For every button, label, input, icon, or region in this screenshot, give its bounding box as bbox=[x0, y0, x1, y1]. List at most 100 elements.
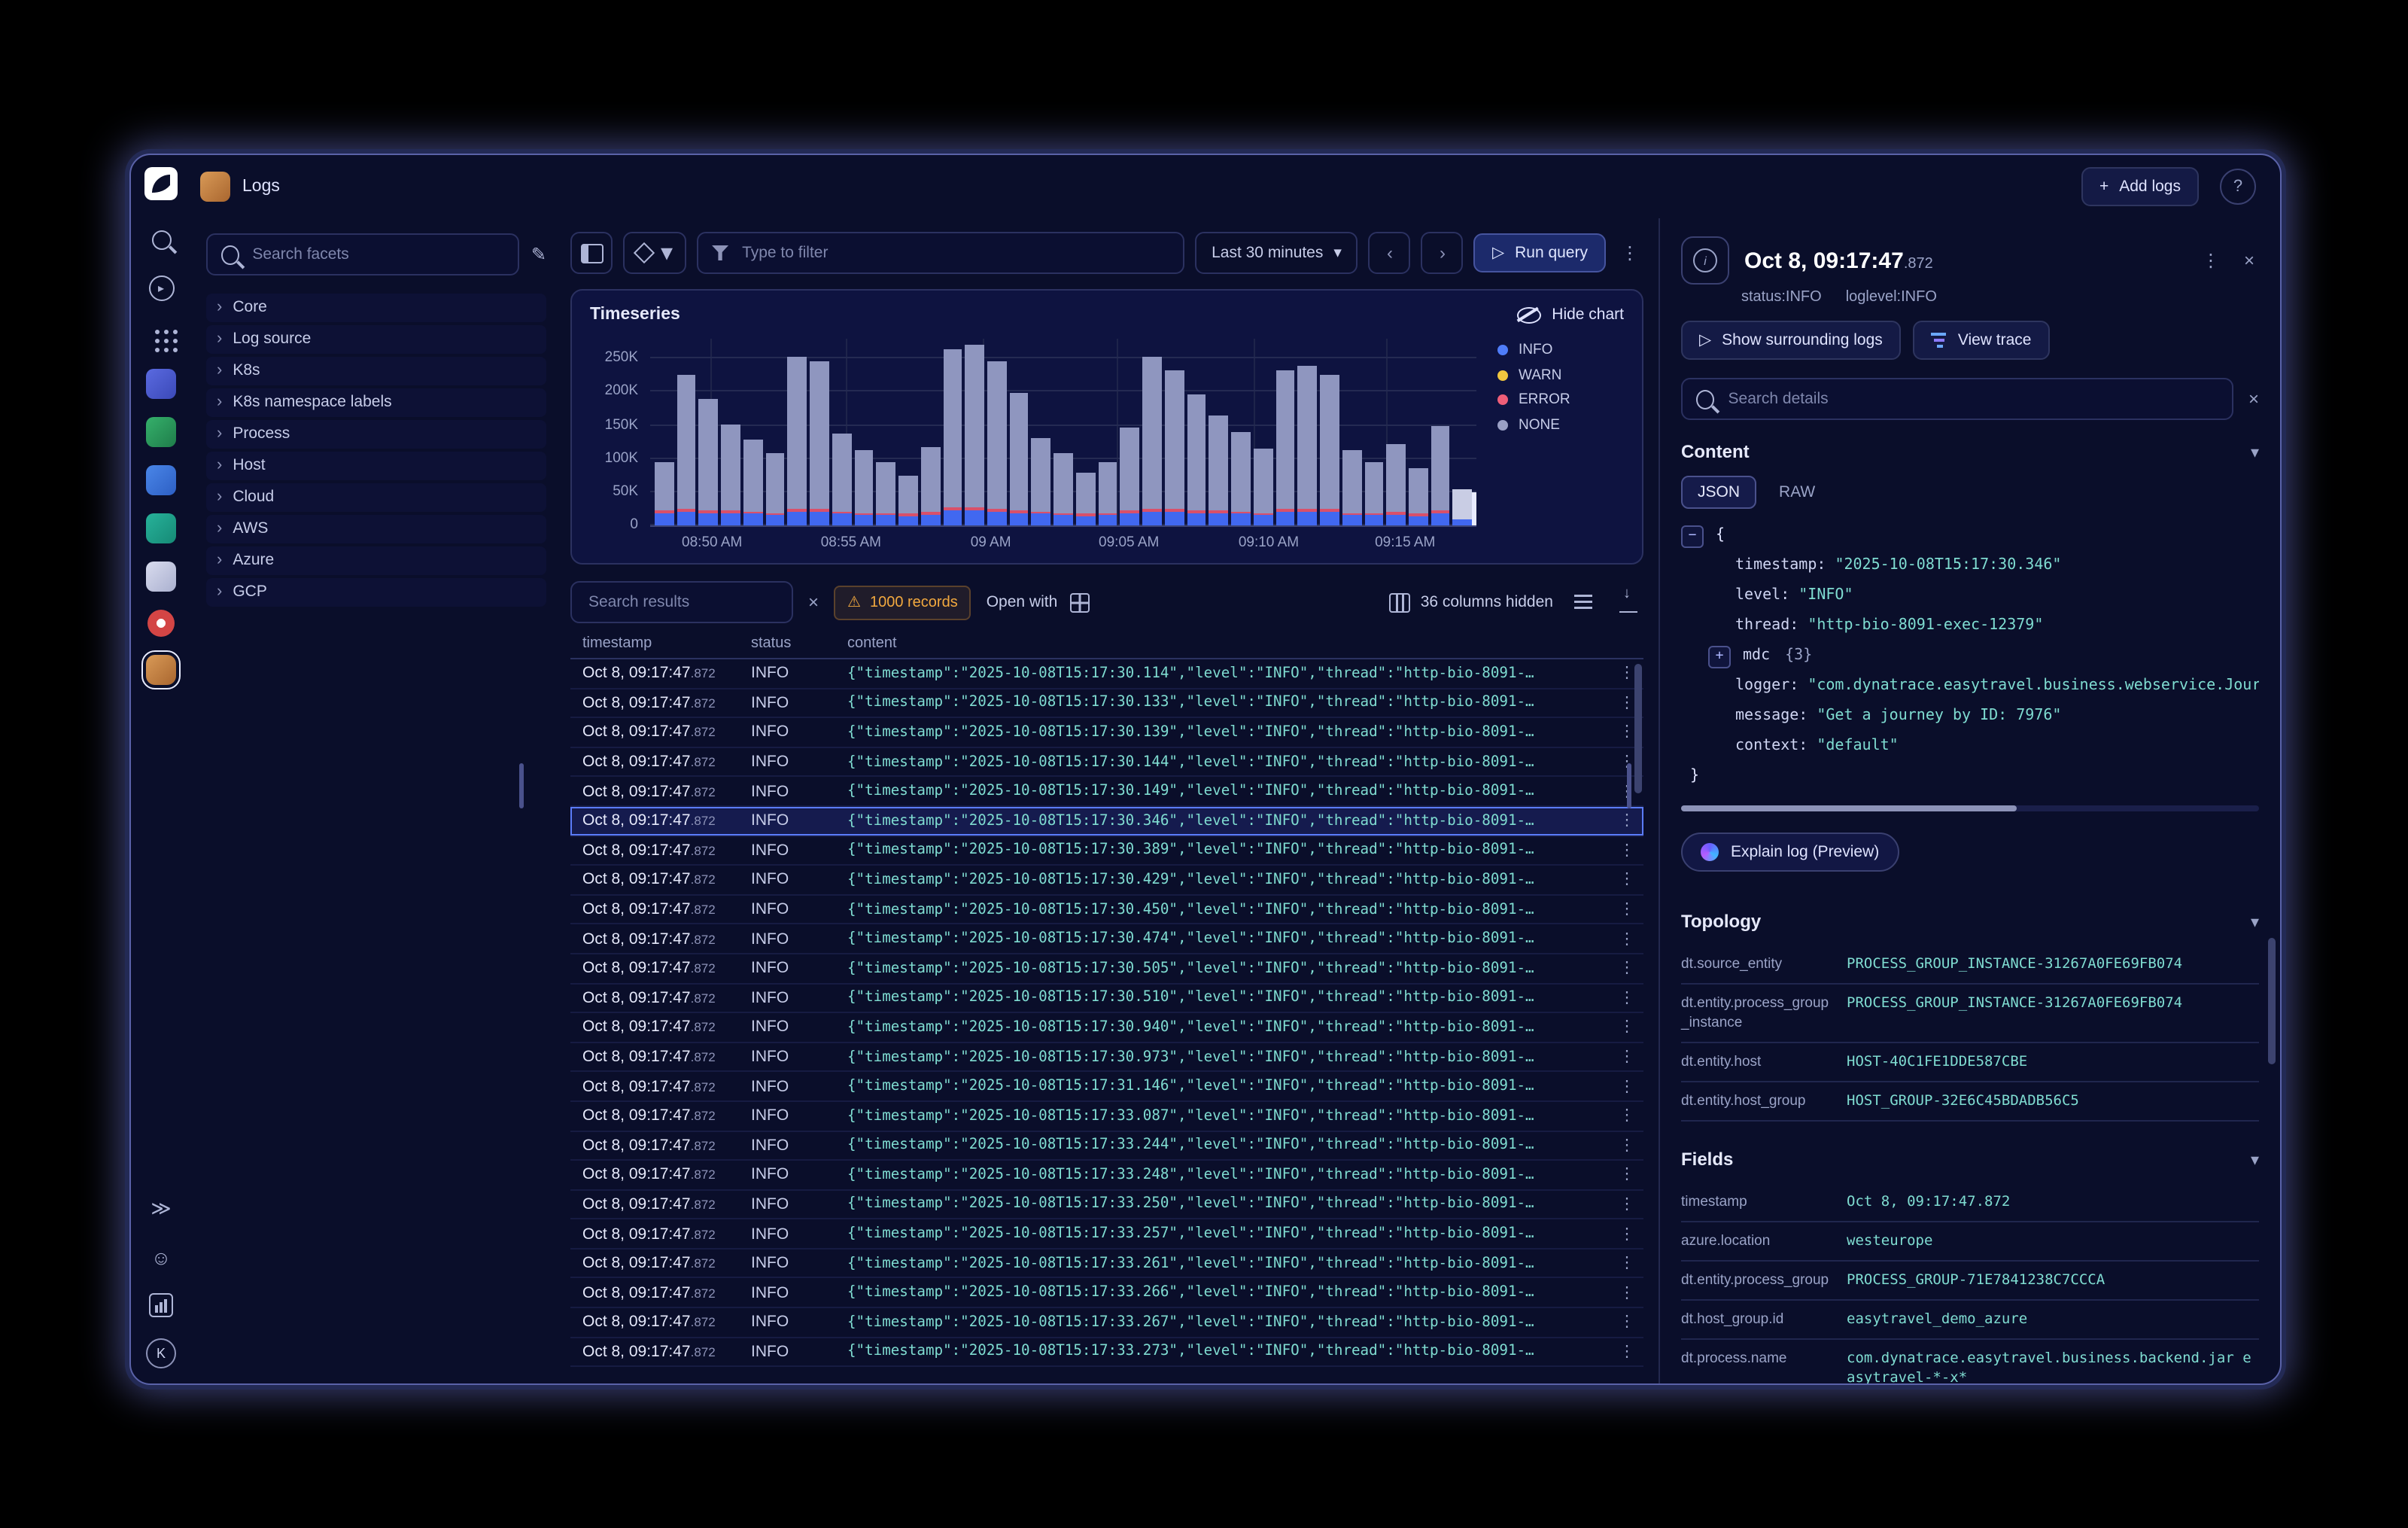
chart-bar[interactable] bbox=[877, 339, 895, 525]
clear-details-search-icon[interactable]: × bbox=[2248, 388, 2259, 409]
chart-bar[interactable] bbox=[1142, 339, 1161, 525]
legend-item[interactable]: ERROR bbox=[1497, 391, 1624, 408]
toggle-sidebar-button[interactable] bbox=[570, 232, 613, 274]
row-kebab-icon[interactable]: ⋮ bbox=[1610, 1313, 1643, 1332]
show-surrounding-logs-button[interactable]: ▷ Show surrounding logs bbox=[1681, 321, 1901, 360]
row-kebab-icon[interactable]: ⋮ bbox=[1610, 1048, 1643, 1066]
chart-bar[interactable] bbox=[810, 339, 829, 525]
filter-input[interactable] bbox=[697, 232, 1184, 274]
chart-bar[interactable] bbox=[1165, 339, 1184, 525]
legend-item[interactable]: WARN bbox=[1497, 367, 1624, 383]
facets-resize-handle[interactable] bbox=[519, 763, 524, 808]
topology-row[interactable]: dt.entity.process_group_instance PROCESS… bbox=[1681, 985, 2259, 1043]
tab-raw[interactable]: RAW bbox=[1762, 476, 1832, 509]
json-toggle-icon[interactable]: + bbox=[1708, 645, 1731, 668]
json-toggle-icon[interactable]: − bbox=[1681, 525, 1704, 547]
timeframe-prev-button[interactable]: ‹ bbox=[1369, 232, 1411, 274]
chart-bar[interactable] bbox=[1209, 339, 1228, 525]
table-row[interactable]: Oct 8, 09:17:47.872 INFO {"timestamp":"2… bbox=[570, 866, 1643, 895]
topology-row[interactable]: dt.entity.host_group HOST_GROUP-32E6C45B… bbox=[1681, 1082, 2259, 1122]
table-row[interactable]: Oct 8, 09:17:47.872 INFO {"timestamp":"2… bbox=[570, 954, 1643, 984]
chart-bar[interactable] bbox=[1298, 339, 1317, 525]
chart-bar[interactable] bbox=[721, 339, 740, 525]
row-kebab-icon[interactable]: ⋮ bbox=[1610, 1225, 1643, 1243]
row-kebab-icon[interactable]: ⋮ bbox=[1610, 989, 1643, 1007]
chart-bar[interactable] bbox=[1342, 339, 1361, 525]
legend-item[interactable]: NONE bbox=[1497, 416, 1624, 433]
app-icon-notebooks[interactable] bbox=[146, 562, 176, 592]
chart-bar[interactable] bbox=[676, 339, 695, 525]
chart-bar[interactable] bbox=[1076, 339, 1095, 525]
chevron-down-icon[interactable]: ▾ bbox=[2251, 912, 2259, 931]
timeframe-dropdown[interactable]: Last 30 minutes ▾ bbox=[1195, 232, 1358, 274]
chart-bar[interactable] bbox=[788, 339, 807, 525]
topology-row[interactable]: dt.source_entity PROCESS_GROUP_INSTANCE-… bbox=[1681, 945, 2259, 985]
row-kebab-icon[interactable]: ⋮ bbox=[1610, 959, 1643, 977]
add-logs-button[interactable]: + Add logs bbox=[2081, 167, 2199, 206]
chart-bar[interactable] bbox=[1453, 339, 1472, 525]
pipeline-icon[interactable]: ▸ bbox=[146, 272, 176, 303]
facet-group[interactable]: › GCP bbox=[206, 578, 546, 606]
chevron-down-icon[interactable]: ▾ bbox=[2251, 1149, 2259, 1169]
details-resize-handle[interactable] bbox=[1627, 763, 1631, 808]
chart-bar[interactable] bbox=[965, 339, 984, 525]
logs-app-rail-icon[interactable] bbox=[146, 655, 176, 685]
edit-facets-icon[interactable]: ✎ bbox=[531, 244, 546, 265]
open-with-button[interactable]: Open with bbox=[987, 592, 1090, 612]
row-kebab-icon[interactable]: ⋮ bbox=[1610, 1343, 1643, 1361]
chart-bar[interactable] bbox=[655, 339, 673, 525]
facet-group[interactable]: › AWS bbox=[206, 515, 546, 543]
tab-json[interactable]: JSON bbox=[1681, 476, 1756, 509]
row-kebab-icon[interactable]: ⋮ bbox=[1610, 842, 1643, 860]
chart-bar[interactable] bbox=[943, 339, 962, 525]
table-row[interactable]: Oct 8, 09:17:47.872 INFO {"timestamp":"2… bbox=[570, 689, 1643, 718]
app-icon-infrastructure[interactable] bbox=[146, 369, 176, 399]
table-row[interactable]: Oct 8, 09:17:47.872 INFO {"timestamp":"2… bbox=[570, 1190, 1643, 1219]
feedback-icon[interactable]: ☺ bbox=[146, 1242, 176, 1272]
results-search-input[interactable] bbox=[570, 581, 793, 623]
facet-group[interactable]: › Host bbox=[206, 452, 546, 479]
field-row[interactable]: azure.location westeurope bbox=[1681, 1222, 2259, 1262]
query-scope-dropdown[interactable]: ▾ bbox=[623, 232, 686, 274]
table-row[interactable]: Oct 8, 09:17:47.872 INFO {"timestamp":"2… bbox=[570, 836, 1643, 866]
column-content[interactable]: content bbox=[847, 635, 1610, 651]
chart-bar[interactable] bbox=[765, 339, 784, 525]
chart-bar[interactable] bbox=[854, 339, 873, 525]
run-query-button[interactable]: ▷ Run query bbox=[1474, 233, 1606, 272]
json-horizontal-scrollbar[interactable] bbox=[1681, 805, 2259, 811]
app-icon-dashboards[interactable] bbox=[146, 465, 176, 495]
clear-results-search-icon[interactable]: × bbox=[808, 592, 819, 613]
chart-bar[interactable] bbox=[1254, 339, 1272, 525]
chart-bar[interactable] bbox=[1320, 339, 1339, 525]
expand-rail-icon[interactable]: ≫ bbox=[146, 1194, 176, 1224]
chart-bar[interactable] bbox=[1032, 339, 1050, 525]
field-row[interactable]: dt.process.name com.dynatrace.easytravel… bbox=[1681, 1340, 2259, 1383]
table-scrollbar[interactable] bbox=[1634, 664, 1642, 793]
download-icon[interactable] bbox=[1613, 587, 1643, 617]
table-row[interactable]: Oct 8, 09:17:47.872 INFO {"timestamp":"2… bbox=[570, 1338, 1643, 1367]
explain-log-button[interactable]: Explain log (Preview) bbox=[1681, 832, 1899, 872]
help-icon[interactable]: ? bbox=[2220, 169, 2256, 205]
table-row[interactable]: Oct 8, 09:17:47.872 INFO {"timestamp":"2… bbox=[570, 1013, 1643, 1043]
chart-bar[interactable] bbox=[1098, 339, 1117, 525]
chart-bar[interactable] bbox=[1409, 339, 1427, 525]
app-icon-metrics[interactable] bbox=[146, 417, 176, 447]
table-row[interactable]: Oct 8, 09:17:47.872 INFO {"timestamp":"2… bbox=[570, 896, 1643, 925]
chart-bar[interactable] bbox=[832, 339, 851, 525]
row-kebab-icon[interactable]: ⋮ bbox=[1610, 900, 1643, 918]
table-row[interactable]: Oct 8, 09:17:47.872 INFO {"timestamp":"2… bbox=[570, 1073, 1643, 1102]
field-row[interactable]: dt.host_group.id easytravel_demo_azure bbox=[1681, 1301, 2259, 1340]
row-kebab-icon[interactable]: ⋮ bbox=[1610, 1166, 1643, 1184]
facet-group[interactable]: › Core bbox=[206, 294, 546, 321]
app-icon-problems[interactable] bbox=[147, 610, 175, 637]
chart-bar[interactable] bbox=[1386, 339, 1405, 525]
chart-bar[interactable] bbox=[1431, 339, 1449, 525]
table-row[interactable]: Oct 8, 09:17:47.872 INFO {"timestamp":"2… bbox=[570, 1249, 1643, 1279]
table-row[interactable]: Oct 8, 09:17:47.872 INFO {"timestamp":"2… bbox=[570, 807, 1643, 836]
table-row[interactable]: Oct 8, 09:17:47.872 INFO {"timestamp":"2… bbox=[570, 778, 1643, 807]
row-kebab-icon[interactable]: ⋮ bbox=[1610, 1254, 1643, 1272]
search-icon[interactable] bbox=[146, 224, 176, 254]
details-close-icon[interactable]: × bbox=[2239, 250, 2259, 271]
query-kebab-icon[interactable]: ⋮ bbox=[1616, 242, 1643, 263]
column-status[interactable]: status bbox=[751, 635, 847, 651]
